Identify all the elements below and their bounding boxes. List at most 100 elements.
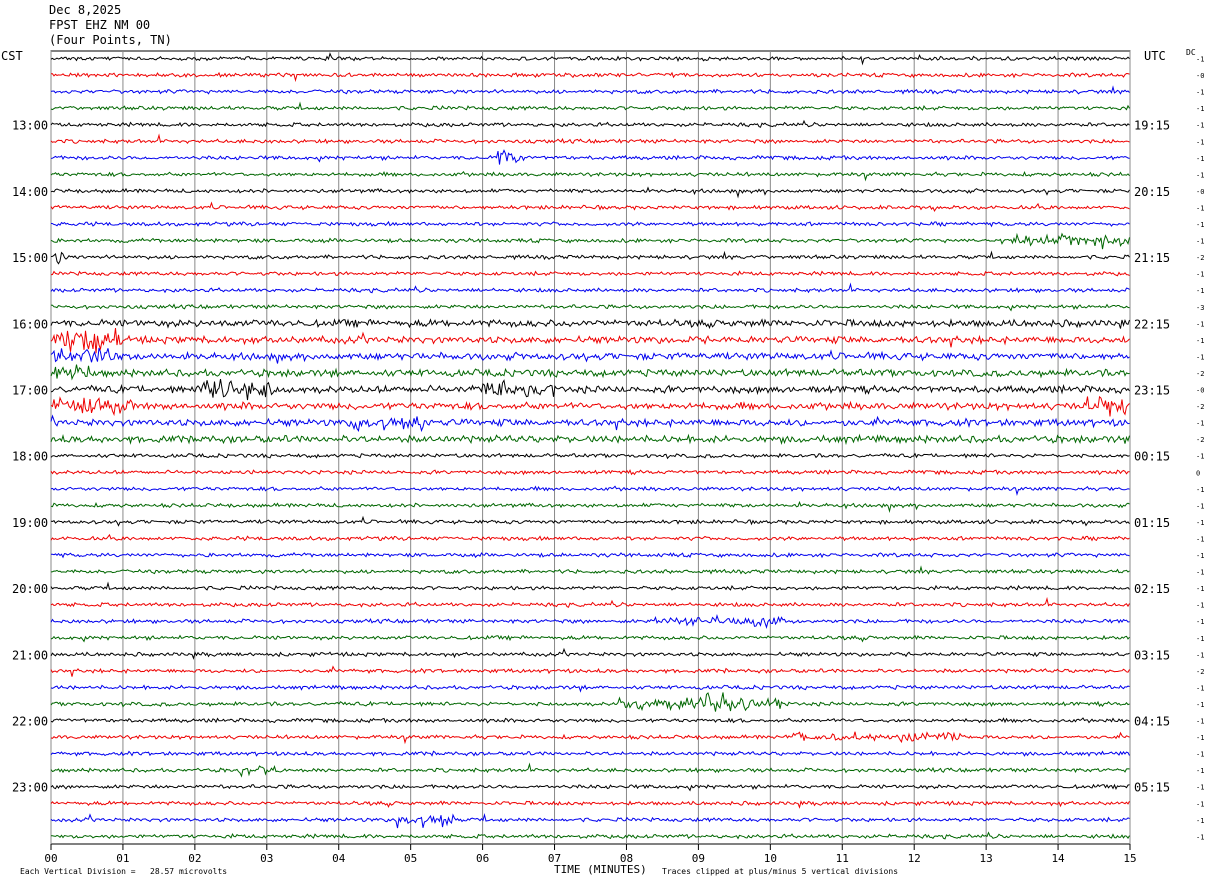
seismic-trace [51, 71, 1130, 83]
dc-offset-label: -1 [1196, 337, 1204, 345]
cst-hour-label: 16:00 [12, 317, 48, 331]
dc-offset-label: -2 [1196, 668, 1204, 676]
seismic-trace [50, 282, 1130, 294]
x-tick-label: 10 [764, 852, 777, 865]
seismic-trace [50, 433, 1130, 446]
utc-hour-label: 03:15 [1134, 648, 1170, 662]
utc-hour-label: 00:15 [1134, 450, 1170, 464]
dc-offset-label: -1 [1196, 105, 1204, 113]
dc-offset-label: -2 [1196, 254, 1204, 262]
seismic-trace [50, 783, 1130, 792]
seismic-trace [50, 515, 1130, 527]
x-tick-label: 12 [908, 852, 921, 865]
cst-hour-label: 17:00 [12, 384, 48, 398]
utc-hour-label: 04:15 [1134, 715, 1170, 729]
x-axis-title: TIME (MINUTES) [554, 863, 647, 876]
dc-offset-label: -0 [1196, 188, 1204, 196]
x-tick-label: 05 [404, 852, 417, 865]
dc-offset-label: -1 [1196, 171, 1204, 179]
x-tick-label: 02 [188, 852, 201, 865]
dc-offset-label: -1 [1196, 353, 1204, 361]
seismic-trace [50, 634, 1130, 643]
x-tick-label: 03 [260, 852, 273, 865]
utc-hour-label: 23:15 [1134, 384, 1170, 398]
seismic-trace [50, 500, 1130, 513]
dc-offset-label: -1 [1196, 56, 1204, 64]
dc-offset-label: -1 [1196, 420, 1204, 428]
seismic-trace [50, 318, 1130, 330]
dc-offset-label: -1 [1196, 784, 1204, 792]
seismogram-chart: 00 01 02 03 04 05 06 07 08 09 10 11 12 13 14 15-1-0-1-1… [12, 50, 1204, 866]
seismic-trace [50, 379, 1130, 401]
cst-hour-label: 20:00 [12, 582, 48, 596]
axis-label-group: 00 01 02 03 04 05 06 07 08 09 10 11 12 13 14 15-1-0-1-1… [12, 56, 1204, 866]
seismic-trace [50, 684, 1130, 693]
seismic-trace [50, 731, 1130, 745]
dc-offset-label: -1 [1196, 701, 1204, 709]
dc-offset-label: -3 [1196, 304, 1204, 312]
trace-group [50, 52, 1130, 840]
seismic-trace [50, 581, 1130, 591]
seismic-trace [50, 119, 1130, 128]
x-tick-label: 06 [476, 852, 489, 865]
seismic-trace [50, 551, 1130, 559]
cst-hour-label: 21:00 [12, 648, 48, 662]
dc-offset-label: -1 [1196, 734, 1204, 742]
cst-hour-label: 18:00 [12, 450, 48, 464]
cst-hour-label: 22:00 [12, 715, 48, 729]
dc-offset-label: -2 [1196, 436, 1204, 444]
seismic-trace [50, 750, 1130, 757]
seismic-trace [50, 647, 1130, 660]
seismic-trace [50, 364, 1130, 381]
dc-offset-label: -1 [1196, 751, 1204, 759]
cst-hour-label: 23:00 [12, 781, 48, 795]
seismic-trace [50, 170, 1130, 182]
seismic-trace [50, 565, 1130, 575]
seismic-trace [50, 813, 1130, 829]
dc-offset-label: -1 [1196, 155, 1204, 163]
cst-hour-label: 15:00 [12, 251, 48, 265]
dc-offset-label: -0 [1196, 72, 1204, 80]
dc-offset-label: -0 [1196, 387, 1204, 395]
x-tick-label: 01 [116, 852, 129, 865]
seismic-trace [50, 469, 1130, 476]
seismic-trace [50, 270, 1130, 277]
plot-frame [50, 50, 1131, 845]
seismic-trace [50, 149, 1130, 165]
utc-hour-label: 21:15 [1134, 251, 1170, 265]
seismic-trace [50, 232, 1130, 250]
seismic-trace [50, 452, 1130, 460]
x-tick-label: 09 [692, 852, 705, 865]
dc-offset-label: -1 [1196, 221, 1204, 229]
seismic-trace [50, 762, 1130, 778]
cst-hour-label: 19:00 [12, 516, 48, 530]
dc-offset-label: -1 [1196, 122, 1204, 130]
x-tick-label: 15 [1123, 852, 1136, 865]
dc-offset-label: -1 [1196, 502, 1204, 510]
dc-offset-label: -1 [1196, 800, 1204, 808]
seismic-trace [51, 831, 1130, 840]
dc-offset-label: -1 [1196, 287, 1204, 295]
dc-offset-label: -1 [1196, 552, 1204, 560]
seismic-trace [50, 395, 1130, 417]
dc-offset-label: -1 [1196, 535, 1204, 543]
seismic-trace [50, 665, 1130, 677]
dc-offset-label: -1 [1196, 204, 1204, 212]
dc-offset-label: -1 [1196, 585, 1204, 593]
utc-hour-label: 02:15 [1134, 582, 1170, 596]
dc-offset-label: -1 [1196, 453, 1204, 461]
dc-offset-label: -1 [1196, 817, 1204, 825]
dc-offset-label: 0 [1196, 469, 1200, 477]
dc-offset-label: -1 [1196, 486, 1204, 494]
cst-hour-label: 14:00 [12, 185, 48, 199]
dc-offset-label: -1 [1196, 602, 1204, 610]
cst-hour-label: 13:00 [12, 119, 48, 133]
seismic-trace [50, 85, 1130, 95]
seismic-trace [50, 52, 1130, 66]
utc-hour-label: 01:15 [1134, 516, 1170, 530]
seismic-trace [50, 328, 1130, 354]
x-tick-label: 13 [980, 852, 993, 865]
dc-offset-label: -1 [1196, 651, 1204, 659]
seismic-trace [50, 186, 1130, 199]
seismic-trace [50, 133, 1130, 145]
